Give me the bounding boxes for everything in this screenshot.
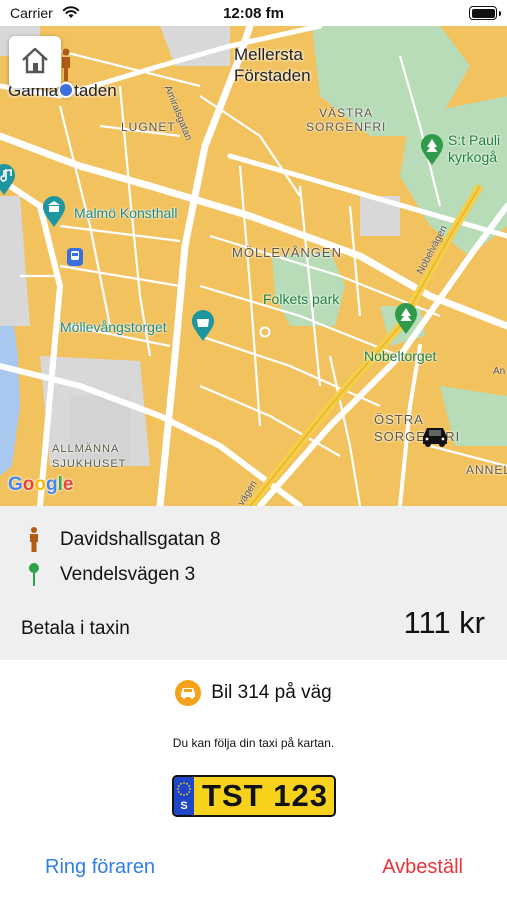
shopping-pin-icon[interactable] <box>191 310 215 347</box>
screen: Carrier 12:08 fm Mellersta Förstaden Gam… <box>0 0 507 900</box>
eu-stars-icon <box>177 782 191 796</box>
taxi-car-icon <box>175 680 202 706</box>
map-label-allmanna-sjukhuset: ALLMÄNNA SJUKHUSET <box>52 443 127 470</box>
payment-label: Betala i taxin <box>21 618 130 639</box>
map-label-nobeltorget: Nobeltorget <box>364 348 437 364</box>
destination-address: Vendelsvägen 3 <box>60 564 196 585</box>
google-logo: Google <box>8 474 74 495</box>
taxi-status-row: Bil 314 på väg <box>0 680 507 706</box>
music-pin-icon[interactable] <box>0 164 16 201</box>
park-pin-icon[interactable] <box>394 303 418 340</box>
map-label-an: An <box>493 366 506 377</box>
map-view[interactable]: Mellersta Förstaden Gamla Staden LUGNET … <box>0 26 507 506</box>
battery-icon <box>469 6 501 20</box>
pickup-person-icon <box>24 527 44 553</box>
pickup-address: Davidshallsgatan 8 <box>60 529 221 550</box>
home-button[interactable] <box>9 36 61 88</box>
map-label-annel: ANNEL <box>466 463 507 477</box>
museum-pin-icon[interactable] <box>42 196 66 233</box>
map-label-mollevangstorget: Möllevångstorget <box>60 319 167 335</box>
taxi-car-icon[interactable] <box>420 424 450 453</box>
cancel-button[interactable]: Avbeställ <box>382 856 463 879</box>
map-label-mollevangen: MÖLLEVÅNGEN <box>232 245 342 260</box>
map-label-st-pauli: S:t Pauli kyrkogå <box>448 132 501 165</box>
map-label-lugnet: LUGNET <box>121 120 176 134</box>
pickup-row: Davidshallsgatan 8 <box>24 526 221 554</box>
trip-details-panel: Davidshallsgatan 8 Vendelsvägen 3 Betala… <box>0 506 507 660</box>
map-label-folkets-park: Folkets park <box>263 291 340 307</box>
price-label: 111 kr <box>403 605 485 640</box>
home-icon <box>20 46 50 79</box>
follow-hint: Du kan följa din taxi på kartan. <box>172 736 335 750</box>
plate-country-code: S <box>180 800 188 812</box>
map-label-mellersta-forstaden: Mellersta Förstaden <box>234 45 311 85</box>
eu-flag-strip: S <box>174 777 194 815</box>
status-bar: Carrier 12:08 fm <box>0 0 507 26</box>
map-label-vastra-sorgenfri: VÄSTRA SORGENFRI <box>306 106 387 134</box>
park-pin-icon[interactable] <box>420 134 444 171</box>
destination-row: Vendelsvägen 3 <box>24 561 195 589</box>
roundabout-icon <box>259 325 271 343</box>
plate-number: TST 123 <box>202 778 328 813</box>
map-label-malmo-konsthall: Malmö Konsthall <box>74 205 178 221</box>
destination-pin-icon <box>24 562 44 588</box>
clock: 12:08 fm <box>223 5 284 22</box>
train-station-icon[interactable] <box>67 248 83 271</box>
taxi-status-text: Bil 314 på väg <box>211 682 332 703</box>
license-plate: S TST 123 <box>172 775 336 817</box>
call-driver-button[interactable]: Ring föraren <box>45 856 155 879</box>
